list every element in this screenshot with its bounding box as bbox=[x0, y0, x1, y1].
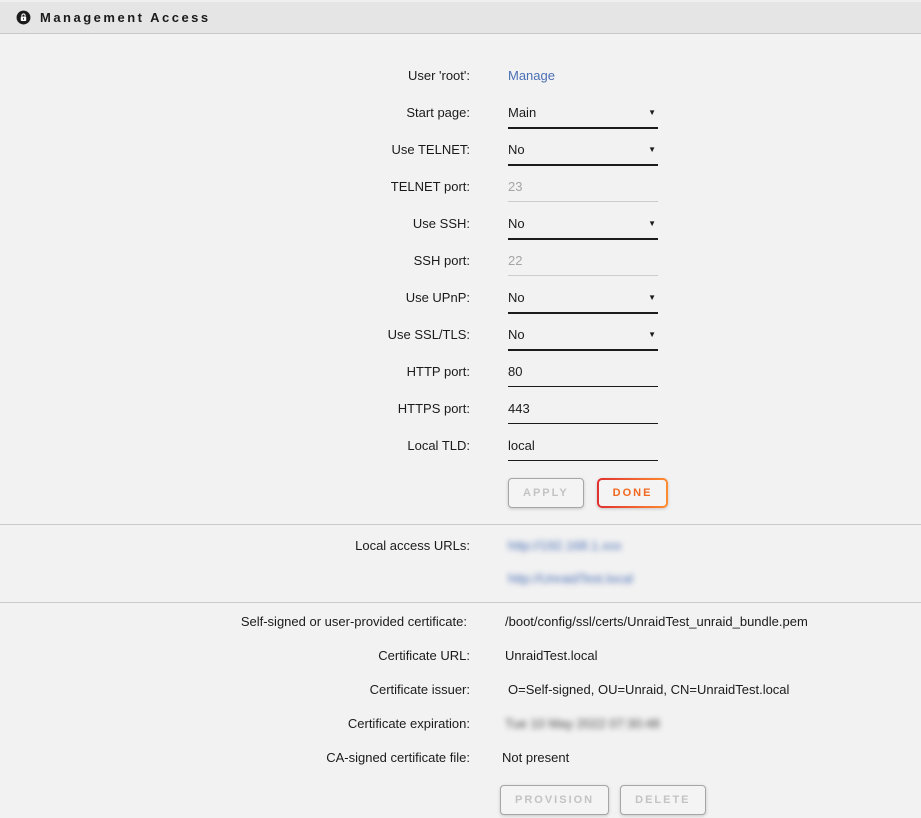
lock-circle-icon bbox=[16, 10, 31, 25]
settings-form-section: User 'root': Manage Start page: Main ▼ U… bbox=[0, 34, 921, 524]
select-value: Main bbox=[508, 105, 536, 121]
dropdown-arrow-icon: ▼ bbox=[648, 293, 656, 303]
ca-file-value: Not present bbox=[502, 750, 569, 766]
cert-issuer-value: O=Self-signed, OU=Unraid, CN=UnraidTest.… bbox=[508, 682, 789, 698]
use-upnp-select[interactable]: No ▼ bbox=[508, 290, 658, 314]
form-row-use-telnet: Use TELNET: No ▼ bbox=[0, 142, 921, 179]
done-button[interactable]: DONE bbox=[599, 480, 667, 506]
field-label: User 'root': bbox=[0, 68, 470, 84]
cert-bundle-path: /boot/config/ssl/certs/UnraidTest_unraid… bbox=[505, 614, 808, 630]
local-access-urls-section: Local access URLs: http://192.168.1.xxx … bbox=[0, 524, 921, 603]
field-label: CA-signed certificate file: bbox=[0, 750, 470, 766]
form-row-telnet-port: TELNET port: bbox=[0, 179, 921, 216]
local-url-link-1[interactable]: http://192.168.1.xxx bbox=[508, 538, 633, 554]
cert-url-value: UnraidTest.local bbox=[505, 648, 598, 664]
use-telnet-select[interactable]: No ▼ bbox=[508, 142, 658, 166]
field-label: Self-signed or user-provided certificate… bbox=[0, 614, 467, 630]
delete-button[interactable]: DELETE bbox=[620, 785, 705, 815]
field-label: Certificate issuer: bbox=[0, 682, 470, 698]
field-label: Local TLD: bbox=[0, 438, 470, 454]
certificate-section: Self-signed or user-provided certificate… bbox=[0, 603, 921, 815]
local-access-row: Local access URLs: http://192.168.1.xxx … bbox=[0, 538, 921, 587]
ssh-port-input bbox=[508, 253, 658, 276]
field-label: Certificate expiration: bbox=[0, 716, 470, 732]
field-label: Use TELNET: bbox=[0, 142, 470, 158]
done-button-border: DONE bbox=[597, 478, 669, 508]
form-row-use-ssh: Use SSH: No ▼ bbox=[0, 216, 921, 253]
form-row-ssh-port: SSH port: bbox=[0, 253, 921, 290]
apply-button[interactable]: APPLY bbox=[508, 478, 584, 508]
dropdown-arrow-icon: ▼ bbox=[648, 330, 656, 340]
cert-row-issuer: Certificate issuer: O=Self-signed, OU=Un… bbox=[0, 682, 921, 716]
dropdown-arrow-icon: ▼ bbox=[648, 145, 656, 155]
select-value: No bbox=[508, 290, 525, 306]
field-label: SSH port: bbox=[0, 253, 470, 269]
local-url-link-2[interactable]: http://UnraidTest.local bbox=[508, 571, 633, 587]
certificate-button-row: PROVISION DELETE bbox=[500, 785, 921, 815]
form-row-local-tld: Local TLD: bbox=[0, 438, 921, 475]
dropdown-arrow-icon: ▼ bbox=[648, 108, 656, 118]
form-row-http-port: HTTP port: bbox=[0, 364, 921, 401]
field-label: Start page: bbox=[0, 105, 470, 121]
form-row-use-upnp: Use UPnP: No ▼ bbox=[0, 290, 921, 327]
select-value: No bbox=[508, 216, 525, 232]
provision-button[interactable]: PROVISION bbox=[500, 785, 609, 815]
form-row-https-port: HTTPS port: bbox=[0, 401, 921, 438]
use-ssl-select[interactable]: No ▼ bbox=[508, 327, 658, 351]
https-port-input[interactable] bbox=[508, 401, 658, 424]
http-port-input[interactable] bbox=[508, 364, 658, 387]
form-row-use-ssl: Use SSL/TLS: No ▼ bbox=[0, 327, 921, 364]
local-tld-input[interactable] bbox=[508, 438, 658, 461]
field-label: HTTP port: bbox=[0, 364, 470, 380]
form-row-start-page: Start page: Main ▼ bbox=[0, 105, 921, 142]
field-label: HTTPS port: bbox=[0, 401, 470, 417]
field-label: Local access URLs: bbox=[0, 538, 470, 554]
dropdown-arrow-icon: ▼ bbox=[648, 219, 656, 229]
cert-row-ca-file: CA-signed certificate file: Not present bbox=[0, 750, 921, 784]
start-page-select[interactable]: Main ▼ bbox=[508, 105, 658, 129]
cert-row-expiration: Certificate expiration: Tue 10 May 2022 … bbox=[0, 716, 921, 750]
page-header: Management Access bbox=[0, 0, 921, 34]
page-title: Management Access bbox=[40, 10, 211, 25]
use-ssh-select[interactable]: No ▼ bbox=[508, 216, 658, 240]
cert-expiration-value: Tue 10 May 2022 07:30:48 bbox=[505, 716, 660, 732]
manage-link[interactable]: Manage bbox=[508, 68, 555, 83]
field-label: TELNET port: bbox=[0, 179, 470, 195]
field-label: Use SSL/TLS: bbox=[0, 327, 470, 343]
form-row-user-root: User 'root': Manage bbox=[0, 68, 921, 105]
form-button-row: APPLY DONE bbox=[508, 478, 921, 508]
telnet-port-input bbox=[508, 179, 658, 202]
select-value: No bbox=[508, 142, 525, 158]
select-value: No bbox=[508, 327, 525, 343]
cert-row-bundle: Self-signed or user-provided certificate… bbox=[0, 614, 921, 648]
field-label: Certificate URL: bbox=[0, 648, 470, 664]
cert-row-url: Certificate URL: UnraidTest.local bbox=[0, 648, 921, 682]
field-label: Use SSH: bbox=[0, 216, 470, 232]
field-label: Use UPnP: bbox=[0, 290, 470, 306]
management-access-page: Management Access User 'root': Manage St… bbox=[0, 0, 921, 815]
